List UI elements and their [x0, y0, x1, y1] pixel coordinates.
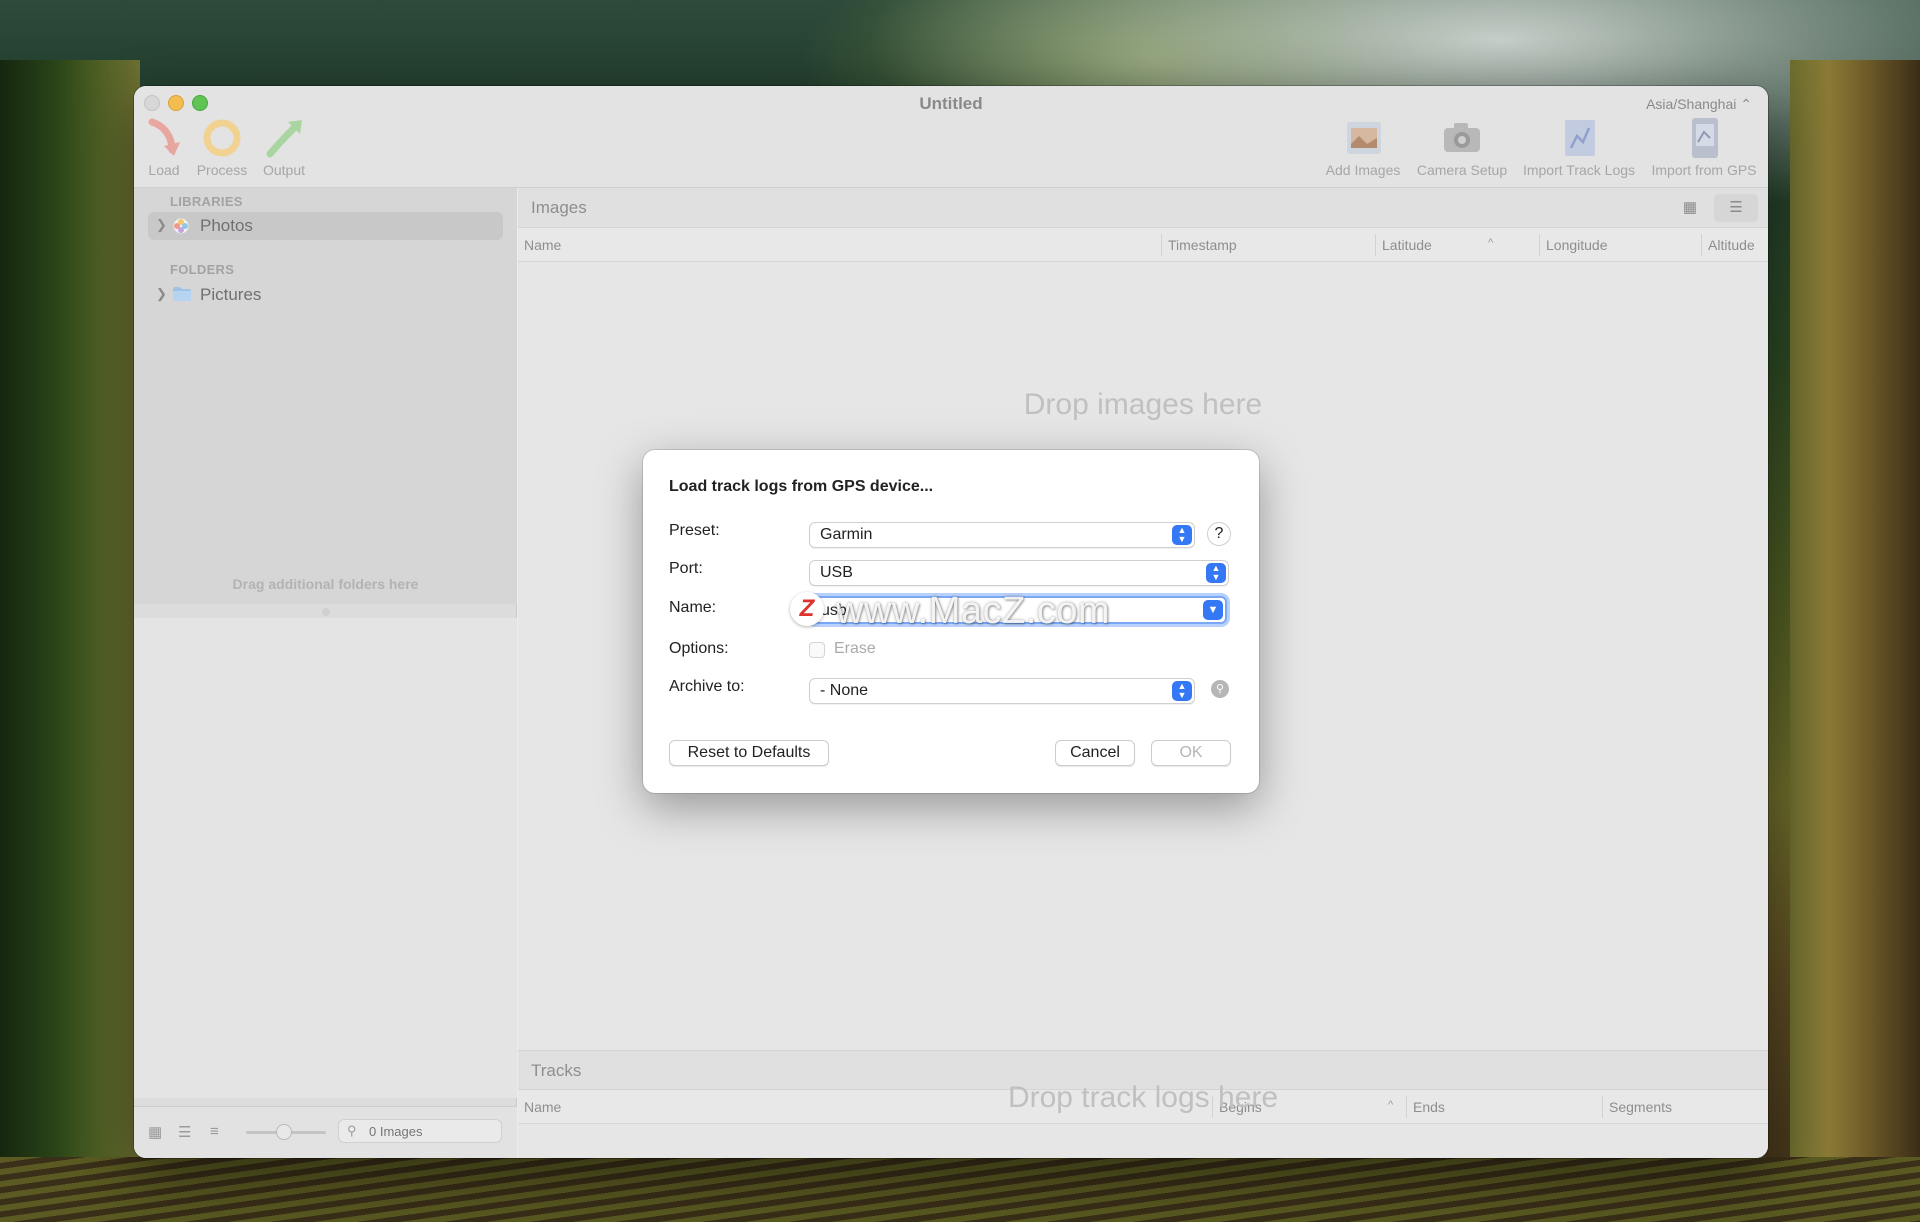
detail-view-icon[interactable]: ≡ — [210, 1123, 219, 1140]
column-longitude[interactable]: Longitude — [1546, 237, 1608, 253]
chevron-right-icon[interactable]: ❯ — [156, 286, 167, 302]
column-latitude[interactable]: Latitude — [1382, 237, 1432, 253]
tracks-title: Tracks — [531, 1061, 582, 1080]
watermark-logo: Z — [790, 592, 824, 626]
grid-view-icon[interactable]: ▦ — [1668, 194, 1712, 222]
help-button[interactable]: ? — [1207, 522, 1231, 546]
import-from-gps-icon — [1682, 116, 1726, 160]
import-track-logs-button[interactable]: Import Track Logs — [1518, 116, 1640, 178]
column-name[interactable]: Name — [524, 237, 561, 253]
watermark-text: www.MacZ.com — [836, 590, 1111, 632]
archive-value: - None — [820, 682, 869, 699]
view-mode-toggle: ▦ ☰ — [1668, 194, 1760, 222]
erase-checkbox[interactable] — [809, 642, 825, 658]
port-popup[interactable]: USB ▲ ▼ — [809, 560, 1229, 586]
drop-track-logs-placeholder: Drop track logs here — [1007, 1081, 1279, 1114]
camera-setup-button[interactable]: Camera Setup — [1412, 116, 1512, 178]
images-header: Images ▦ ☰ — [518, 188, 1768, 228]
updown-chevron-icon: ▲ ▼ — [1172, 525, 1192, 545]
add-images-icon — [1341, 116, 1385, 160]
port-label: Port: — [669, 560, 703, 577]
ok-button[interactable]: OK — [1151, 740, 1231, 766]
column-altitude[interactable]: Altitude — [1708, 237, 1755, 253]
add-images-button[interactable]: Add Images — [1320, 116, 1406, 178]
sidebar-footer: ▦ ☰ ≡ ⚲ — [134, 1106, 517, 1158]
timezone-selector[interactable]: Asia/Shanghai ⌃ — [1646, 96, 1752, 113]
load-icon — [142, 116, 186, 160]
preset-popup[interactable]: Garmin ▲ ▼ — [809, 522, 1195, 548]
drag-folders-hint: Drag additional folders here — [232, 576, 419, 592]
folders-header: FOLDERS — [170, 262, 235, 277]
output-icon — [262, 116, 306, 160]
watermark: Z www.MacZ.com — [790, 588, 1170, 632]
sidebar-item-photos[interactable]: ❯ Photos — [148, 212, 503, 240]
archive-label: Archive to: — [669, 678, 745, 695]
drop-images-placeholder: Drop images here — [1023, 388, 1263, 421]
erase-label: Erase — [834, 640, 876, 657]
options-label: Options: — [669, 640, 729, 657]
chevron-right-icon[interactable]: ❯ — [156, 217, 167, 233]
slider-knob[interactable] — [276, 1124, 292, 1140]
updown-chevron-icon: ▲ ▼ — [1172, 681, 1192, 701]
grid-view-icon[interactable]: ▦ — [148, 1123, 162, 1141]
folder-icon — [172, 286, 191, 302]
wallpaper-vineyard — [1790, 60, 1920, 1222]
updown-chevron-icon: ▲ ▼ — [1206, 563, 1226, 583]
images-title: Images — [531, 198, 587, 217]
sidebar-item-pictures[interactable]: ❯ Pictures — [148, 281, 503, 309]
archive-popup[interactable]: - None ▲ ▼ — [809, 678, 1195, 704]
cancel-button[interactable]: Cancel — [1055, 740, 1135, 766]
list-view-icon[interactable]: ☰ — [1714, 194, 1758, 222]
output-button[interactable]: Output — [254, 116, 314, 178]
titlebar: Untitled Asia/Shanghai ⌃ Load Process Ou… — [134, 86, 1768, 188]
wallpaper-forest — [0, 60, 140, 1222]
port-value: USB — [820, 564, 853, 581]
preset-value: Garmin — [820, 526, 873, 543]
images-column-header: Name Timestamp ^ Latitude Longitude Alti… — [518, 228, 1768, 262]
reveal-magnifier-icon[interactable]: ⚲ — [1211, 680, 1229, 698]
import-track-logs-icon — [1557, 116, 1601, 160]
libraries-header: LIBRARIES — [170, 194, 243, 209]
import-from-gps-button[interactable]: Import from GPS — [1646, 116, 1762, 178]
process-button[interactable]: Process — [192, 116, 252, 178]
sidebar: LIBRARIES ❯ Photos FOLDERS ❯ Pictures Dr… — [134, 188, 517, 1158]
preset-label: Preset: — [669, 522, 720, 539]
image-search[interactable]: ⚲ — [338, 1119, 502, 1143]
sidebar-image-browser — [134, 618, 517, 1098]
search-icon: ⚲ — [347, 1123, 357, 1138]
list-view-icon[interactable]: ☰ — [178, 1123, 191, 1141]
camera-icon — [1440, 116, 1484, 160]
process-icon — [200, 116, 244, 160]
wallpaper-rows — [0, 1157, 1920, 1222]
load-button[interactable]: Load — [142, 116, 186, 178]
window-title: Untitled — [919, 94, 983, 113]
reset-to-defaults-button[interactable]: Reset to Defaults — [669, 740, 829, 766]
search-input[interactable] — [369, 1122, 495, 1140]
chevron-down-icon[interactable]: ▼ — [1203, 600, 1223, 620]
sort-ascending-icon: ^ — [1488, 237, 1494, 249]
photos-icon — [172, 217, 190, 235]
split-view-handle[interactable] — [322, 608, 330, 616]
dialog-title: Load track logs from GPS device... — [669, 478, 934, 495]
sidebar-source-list — [134, 188, 517, 604]
name-label: Name: — [669, 599, 717, 616]
column-timestamp[interactable]: Timestamp — [1168, 237, 1237, 253]
